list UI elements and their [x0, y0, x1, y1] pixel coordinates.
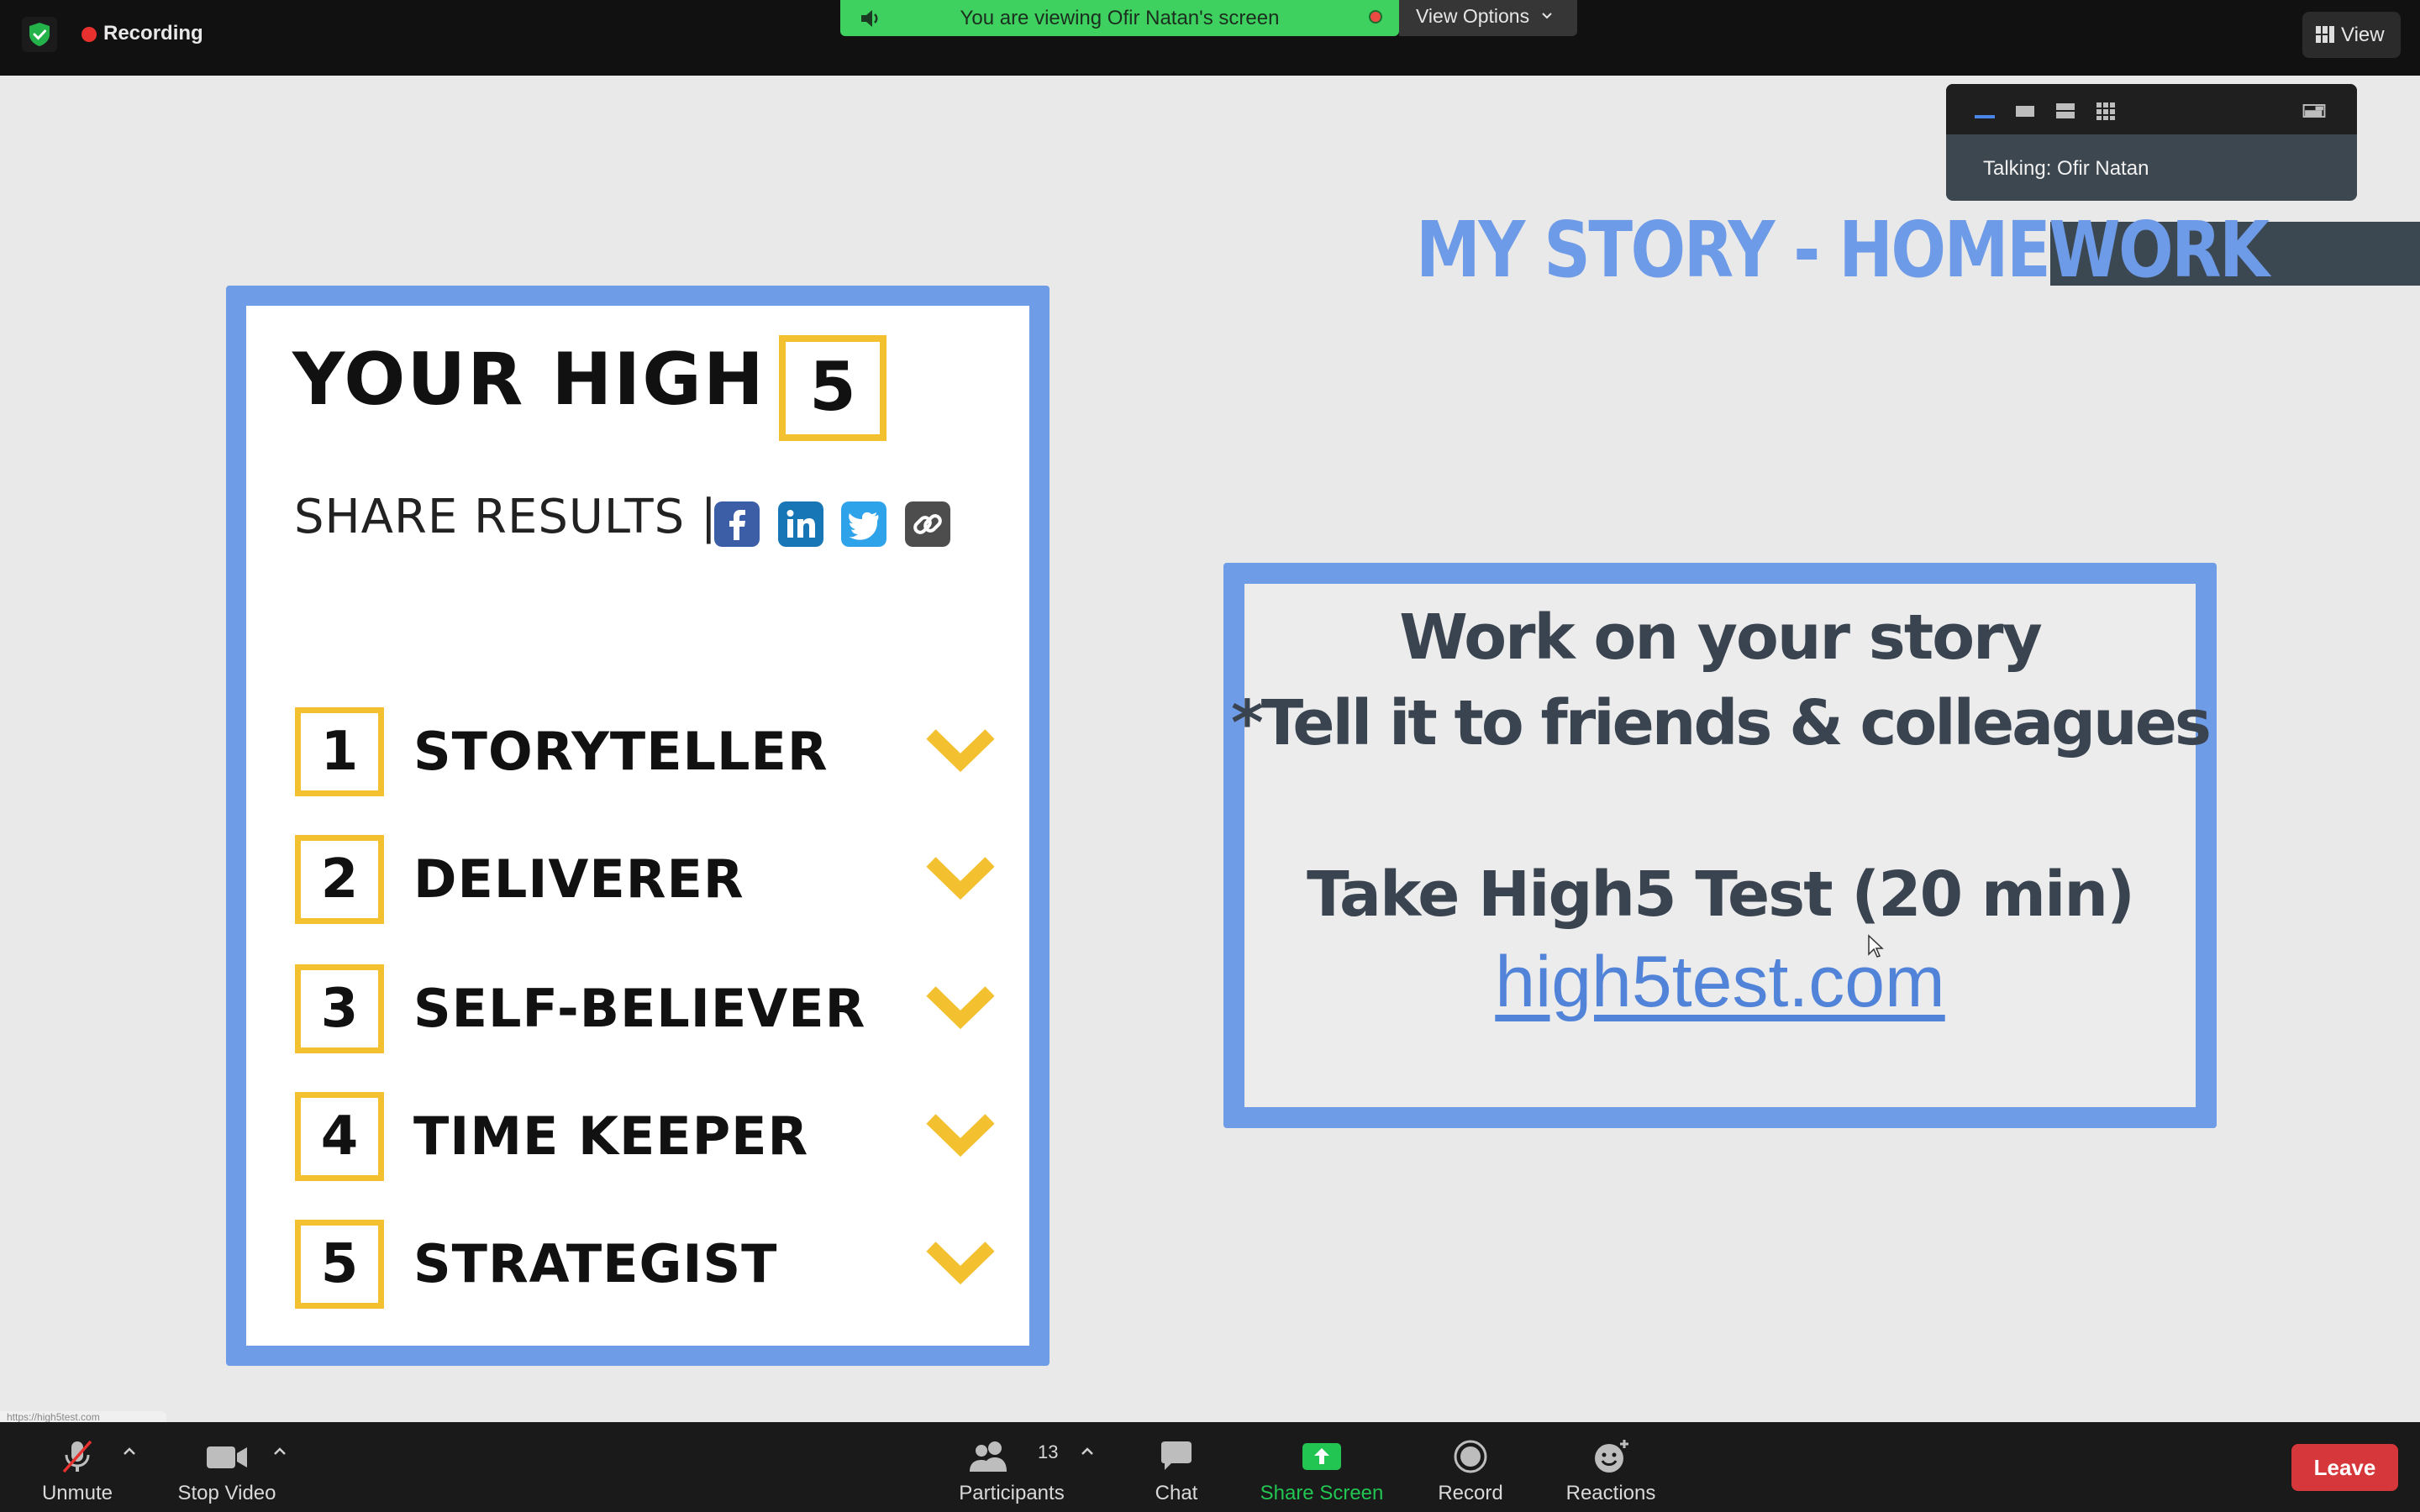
homework-line-2: *Tell it to friends & colleagues: [1231, 687, 2212, 759]
rank-4-box: 4: [295, 1092, 384, 1181]
homework-line-3: Take High5 Test (20 min): [1307, 858, 2135, 931]
chevron-down-icon[interactable]: [924, 853, 997, 904]
mouse-cursor-icon: [1868, 934, 1884, 958]
linkedin-icon: [778, 501, 823, 547]
strength-4-label: TIME KEEPER: [413, 1105, 809, 1167]
screen-share-banner: You are viewing Ofir Natan's screen: [840, 0, 1399, 36]
participants-options-caret-icon[interactable]: [1081, 1446, 1094, 1457]
stop-video-button[interactable]: Stop Video: [168, 1438, 286, 1505]
security-shield-icon[interactable]: [22, 17, 57, 52]
share-screen-label: Share Screen: [1260, 1482, 1384, 1504]
participants-label: Participants: [959, 1482, 1065, 1504]
stop-video-label: Stop Video: [177, 1482, 276, 1504]
talking-indicator: Talking: Ofir Natan: [1983, 157, 2149, 180]
chevron-down-icon[interactable]: [924, 1238, 997, 1289]
panel-layout-toolbar: [1946, 84, 2357, 134]
reactions-button[interactable]: Reactions: [1559, 1438, 1663, 1505]
rank-3-box: 3: [295, 964, 384, 1053]
thumbnail-layout-icon[interactable]: [2013, 101, 2037, 121]
participants-count: 13: [1038, 1441, 1059, 1462]
strength-5-label: STRATEGIST: [413, 1233, 778, 1294]
chat-bubble-icon: [1161, 1441, 1192, 1470]
chevron-down-icon: [1542, 13, 1552, 19]
view-button-label: View: [2341, 24, 2385, 46]
record-icon: [1454, 1440, 1487, 1473]
grid-view-icon: [2316, 26, 2334, 43]
view-options-label: View Options: [1416, 5, 1530, 27]
audio-options-caret-icon[interactable]: [123, 1446, 136, 1457]
chevron-down-icon[interactable]: [924, 983, 997, 1033]
chat-button[interactable]: Chat: [1143, 1438, 1210, 1505]
high5-heading: YOUR HIGH: [292, 338, 765, 422]
share-status-dot-icon: [1369, 10, 1382, 24]
share-screen-icon: [1302, 1443, 1341, 1470]
video-camera-icon: [207, 1446, 247, 1468]
screen-share-label: You are viewing Ofir Natan's screen: [960, 7, 1280, 29]
facebook-icon: [714, 501, 760, 547]
record-label: Record: [1438, 1482, 1503, 1504]
link-status-url: https://high5test.com: [0, 1411, 166, 1423]
chevron-down-icon[interactable]: [924, 726, 997, 776]
rank-5-box: 5: [295, 1220, 384, 1309]
chevron-down-icon[interactable]: [924, 1110, 997, 1161]
slide-title: MY STORY - HOMEWORK: [1416, 205, 2270, 295]
unmute-button[interactable]: Unmute: [35, 1438, 119, 1505]
strength-3-label: SELF-BELIEVER: [413, 978, 866, 1039]
gallery-layout-icon[interactable]: [2094, 101, 2118, 121]
view-options-dropdown[interactable]: View Options: [1399, 0, 1577, 36]
active-speaker-panel[interactable]: Talking: Ofir Natan: [1946, 84, 2357, 201]
participants-icon: [970, 1441, 1007, 1472]
homework-line-1: Work on your story: [1399, 601, 2043, 674]
recording-label[interactable]: Recording: [103, 22, 203, 45]
high5-results-card: [226, 286, 1050, 1366]
rank-1-box: 1: [295, 707, 384, 796]
video-options-caret-icon[interactable]: [273, 1446, 287, 1457]
rank-2-box: 2: [295, 835, 384, 924]
exit-minimized-icon[interactable]: [2302, 101, 2326, 121]
share-results-label: SHARE RESULTS |: [294, 490, 718, 544]
view-button[interactable]: View: [2302, 12, 2401, 58]
reactions-smiley-icon: [1595, 1440, 1628, 1473]
high5-number-box: 5: [779, 335, 886, 441]
chat-label: Chat: [1155, 1482, 1198, 1504]
recording-indicator-icon: [82, 27, 97, 42]
unmute-label: Unmute: [41, 1482, 113, 1504]
meeting-toolbar: [0, 1422, 2420, 1512]
copy-link-icon: [905, 501, 950, 547]
leave-button[interactable]: Leave: [2291, 1444, 2398, 1491]
twitter-icon: [841, 501, 886, 547]
strength-1-label: STORYTELLER: [413, 721, 829, 782]
strength-2-label: DELIVERER: [413, 848, 744, 910]
speaker-layout-icon[interactable]: [2054, 101, 2077, 121]
share-screen-button[interactable]: Share Screen: [1252, 1438, 1392, 1505]
minimize-layout-icon[interactable]: [1973, 101, 1996, 121]
record-button[interactable]: Record: [1428, 1438, 1512, 1505]
reactions-label: Reactions: [1565, 1482, 1656, 1504]
muted-microphone-icon: [62, 1440, 92, 1473]
high5test-link[interactable]: high5test.com: [1223, 941, 2217, 1024]
